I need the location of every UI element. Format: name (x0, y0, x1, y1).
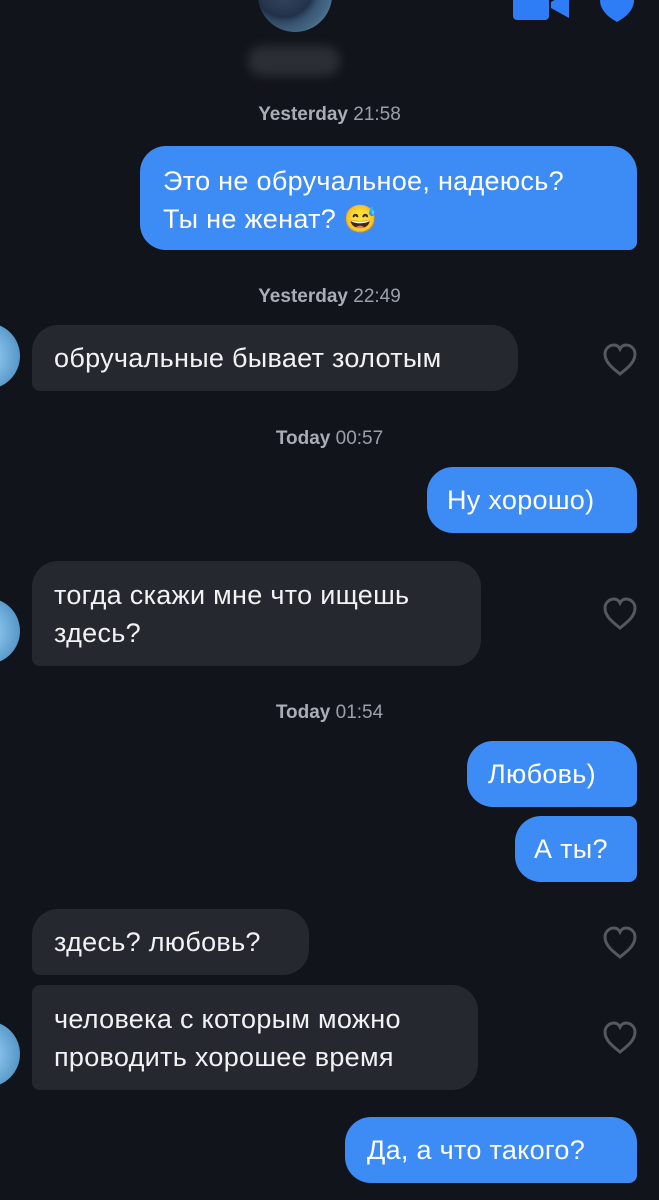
message-line: здесь? любовь? (54, 927, 261, 957)
timestamp-day: Yesterday (258, 286, 348, 307)
timestamp-time: 00:57 (335, 428, 384, 449)
heart-icon[interactable] (602, 926, 638, 960)
message-line: Да, а что такого? (367, 1135, 586, 1165)
timestamp: Yesterday 22:49 (0, 286, 659, 308)
outgoing-message[interactable]: Это не обручальное, надеюсь? Ты не женат… (140, 146, 637, 250)
sender-avatar[interactable] (0, 323, 20, 389)
match-avatar[interactable] (258, 0, 332, 32)
timestamp: Today 01:54 (0, 702, 659, 724)
heart-icon[interactable] (602, 597, 638, 631)
message-line: Ну хорошо) (447, 485, 595, 515)
message-line: человека с которым можно (54, 1004, 401, 1034)
timestamp-day: Today (275, 428, 331, 449)
timestamp-time: 21:58 (353, 104, 401, 125)
video-call-icon[interactable] (513, 0, 569, 20)
message-line: Ты не женат? 😅 (163, 204, 378, 234)
message-line: тогда скажи мне что ищешь (54, 580, 410, 610)
sender-avatar[interactable] (0, 1021, 20, 1087)
message-line: обручальные бывает золотым (54, 343, 442, 373)
match-name-blurred (248, 46, 340, 76)
incoming-message[interactable]: здесь? любовь? (32, 909, 309, 975)
incoming-message[interactable]: человека с которым можно проводить хорош… (32, 985, 478, 1090)
outgoing-message[interactable]: Ну хорошо) (427, 467, 637, 533)
outgoing-message[interactable]: Да, а что такого? (345, 1117, 637, 1183)
message-line: Это не обручальное, надеюсь? (163, 166, 564, 196)
incoming-message[interactable]: обручальные бывает золотым (32, 325, 518, 391)
timestamp-day: Today (275, 702, 331, 723)
timestamp-time: 22:49 (353, 286, 401, 307)
incoming-message[interactable]: тогда скажи мне что ищешь здесь? (32, 561, 481, 666)
heart-icon[interactable] (602, 343, 638, 377)
shield-icon[interactable] (600, 0, 634, 22)
message-line: здесь? (54, 618, 141, 648)
timestamp: Yesterday 21:58 (0, 104, 659, 126)
timestamp-time: 01:54 (335, 702, 384, 723)
outgoing-message[interactable]: А ты? (515, 816, 637, 882)
timestamp-day: Yesterday (258, 104, 348, 125)
timestamp: Today 00:57 (0, 428, 659, 450)
message-line: А ты? (534, 834, 608, 864)
outgoing-message[interactable]: Любовь) (467, 741, 637, 807)
message-line: проводить хорошее время (54, 1042, 394, 1072)
message-line: Любовь) (488, 759, 596, 789)
sender-avatar[interactable] (0, 598, 20, 664)
heart-icon[interactable] (602, 1021, 638, 1055)
